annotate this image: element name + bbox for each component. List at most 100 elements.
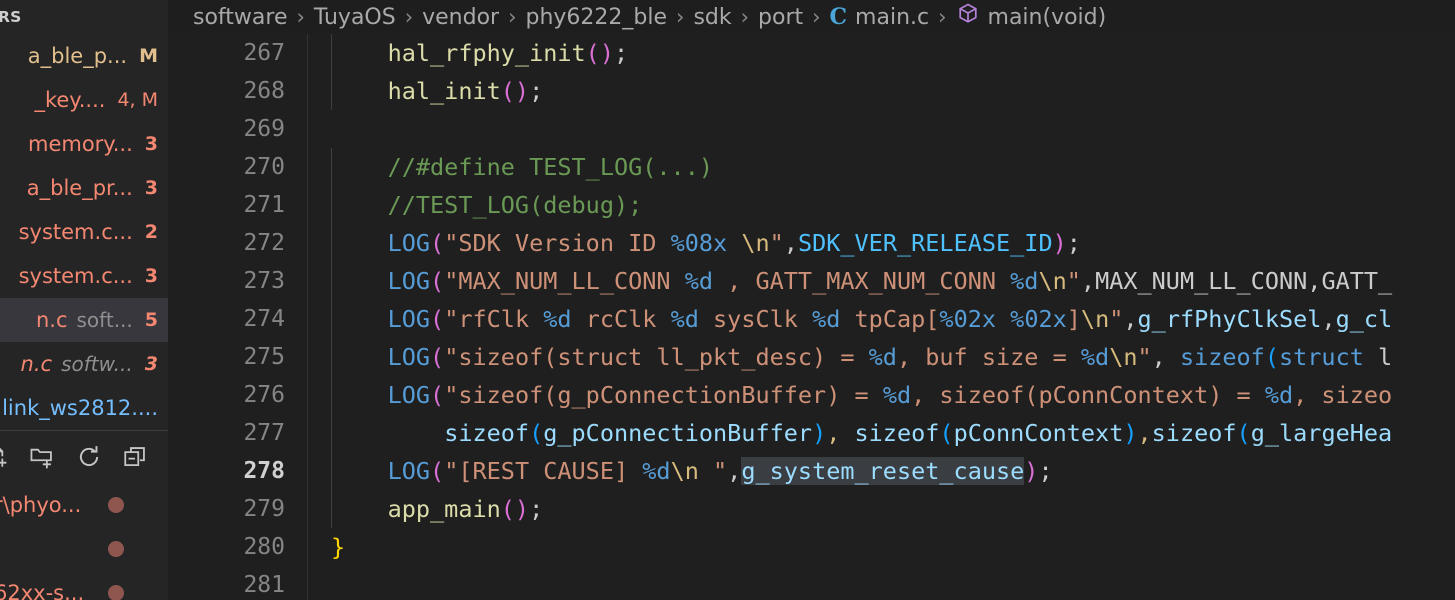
code-token: %d <box>642 457 671 485</box>
scm-file-row[interactable]: system.c... 2 <box>0 210 168 254</box>
sidebar-panel-title: RS <box>0 8 22 26</box>
problem-label: r\phyo... <box>0 493 82 517</box>
line-number: 273 <box>243 268 285 294</box>
scm-file-name: system.c... <box>18 264 133 288</box>
code-token: ) <box>1024 457 1039 485</box>
code-line[interactable]: //#define TEST_LOG(...) <box>308 148 1455 186</box>
scm-file-name: a_ble_p... <box>27 44 128 68</box>
new-folder-icon[interactable] <box>28 444 56 470</box>
code-token: ( <box>430 457 445 485</box>
code-line[interactable] <box>308 566 1455 600</box>
line-number: 280 <box>243 534 285 560</box>
code-line[interactable]: LOG("[REST CAUSE] %d\n ",g_system_reset_… <box>308 452 1455 490</box>
scm-file-name: system.c... <box>18 220 133 244</box>
code-token: struct <box>1278 343 1364 371</box>
breadcrumb-item[interactable]: software <box>193 5 287 30</box>
code-token: //#define TEST_LOG(...) <box>387 153 714 181</box>
code-token: ) <box>812 419 827 447</box>
code-line[interactable]: hal_rfphy_init(); <box>308 34 1455 72</box>
scm-status-badge: 2 <box>144 221 158 243</box>
scm-file-row[interactable]: n.c soft... 5 <box>0 298 168 342</box>
code-token: ; <box>1038 457 1053 485</box>
code-content[interactable]: hal_rfphy_init(); hal_init(); //#define … <box>308 34 1455 600</box>
scm-file-row[interactable]: n.c softw... 3 <box>0 342 168 386</box>
code-line[interactable]: //TEST_LOG(debug); <box>308 186 1455 224</box>
problem-row[interactable]: 62xx-s... <box>0 571 168 600</box>
scm-file-row[interactable]: _key.... 4, M <box>0 78 168 122</box>
problem-dot-icon <box>108 541 124 557</box>
indent-guide <box>331 224 332 262</box>
code-line[interactable]: sizeof(g_pConnectionBuffer), sizeof(pCon… <box>308 414 1455 452</box>
code-line[interactable]: LOG("SDK Version ID %08x \n",SDK_VER_REL… <box>308 224 1455 262</box>
problem-dot-icon <box>108 497 124 513</box>
scm-file-row[interactable]: system.c... 3 <box>0 254 168 298</box>
breadcrumb-item[interactable]: phy6222_ble <box>526 5 668 30</box>
code-token: g_rfPhyClkSel <box>1137 305 1322 333</box>
code-token: ; <box>529 77 544 105</box>
line-number: 277 <box>243 420 285 446</box>
collapse-all-icon[interactable] <box>122 444 148 470</box>
scm-file-row[interactable]: link_ws2812.... <box>0 386 168 430</box>
code-token: %d <box>812 305 841 333</box>
sidebar: RS a_ble_p... M _key.... 4, Mmemory... 3 a_bl… <box>0 0 168 600</box>
scm-file-row[interactable]: memory... 3 <box>0 122 168 166</box>
code-token: %d <box>684 267 714 295</box>
code-token: rcClk <box>571 305 671 333</box>
code-token: , <box>1123 305 1138 333</box>
indent-guide <box>331 34 332 72</box>
code-line[interactable]: LOG("sizeof(g_pConnectionBuffer) = %d, s… <box>308 376 1455 414</box>
breadcrumb-label: vendor <box>422 4 500 30</box>
code-line[interactable]: } <box>308 528 1455 566</box>
indent-guide <box>331 490 332 528</box>
code-token: pConnContext <box>953 419 1124 447</box>
problem-dot-icon <box>108 585 124 600</box>
code-line[interactable]: LOG("MAX_NUM_LL_CONN %d , GATT_MAX_NUM_C… <box>308 262 1455 300</box>
breadcrumb-item[interactable]: sdk <box>693 5 731 30</box>
code-line[interactable]: hal_init(); <box>308 72 1455 110</box>
breadcrumb-item[interactable]: TuyaOS <box>314 5 396 30</box>
code-line[interactable]: LOG("rfClk %d rcClk %d sysClk %d tpCap[%… <box>308 300 1455 338</box>
code-line[interactable] <box>308 110 1455 148</box>
problem-row[interactable] <box>0 527 168 571</box>
new-file-icon[interactable] <box>0 444 8 470</box>
line-number: 270 <box>243 154 285 180</box>
code-token: GATT_ <box>1321 267 1393 295</box>
code-token: ( <box>1236 419 1251 447</box>
code-token: , GATT_MAX_NUM_CONN <box>713 267 1011 295</box>
code-token: hal_rfphy_init <box>387 39 586 67</box>
code-token: %02x <box>1010 305 1067 333</box>
problem-row[interactable]: r\phyo... <box>0 483 168 527</box>
scm-file-row[interactable]: a_ble_p... M <box>0 34 168 78</box>
breadcrumb-item[interactable]: vendor <box>422 5 499 30</box>
code-token: \n <box>1080 305 1110 333</box>
scm-file-folder: soft... <box>76 308 133 332</box>
code-token: \n <box>741 229 770 257</box>
indent-guide <box>331 72 332 110</box>
symbol-method-icon <box>956 2 980 32</box>
code-token: "sizeof(struct ll_pkt_desc) = <box>444 343 869 371</box>
line-number: 268 <box>243 78 285 104</box>
breadcrumb-item[interactable]: main(void) <box>956 2 1106 32</box>
code-token: ) <box>1123 419 1138 447</box>
breadcrumb-item[interactable]: Cmain.c <box>830 4 930 30</box>
code-token: " <box>769 229 784 257</box>
code-token: sizeof <box>1179 343 1265 371</box>
vscode-window: RS a_ble_p... M _key.... 4, Mmemory... 3 a_bl… <box>0 0 1455 600</box>
code-token: ( <box>430 229 445 257</box>
code-token: , sizeo <box>1293 381 1393 409</box>
indent-guide <box>331 186 332 224</box>
code-line[interactable]: LOG("sizeof(struct ll_pkt_desc) = %d, bu… <box>308 338 1455 376</box>
scm-file-row[interactable]: a_ble_pr... 3 <box>0 166 168 210</box>
breadcrumb-item[interactable]: port <box>758 5 803 30</box>
breadcrumb-separator-icon: › <box>740 5 750 29</box>
code-line[interactable]: app_main(); <box>308 490 1455 528</box>
indent-guide <box>331 452 332 490</box>
scm-status-badge: 5 <box>144 309 158 331</box>
breadcrumb-separator-icon: › <box>296 5 305 29</box>
indent-guide <box>331 376 332 414</box>
c-file-icon: C <box>829 4 848 30</box>
refresh-icon[interactable] <box>76 444 102 470</box>
